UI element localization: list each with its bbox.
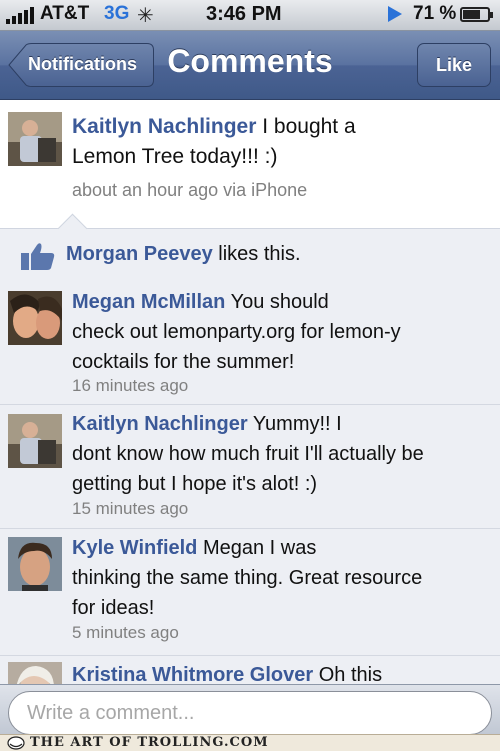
post-meta: about an hour ago via iPhone <box>72 180 308 200</box>
post-author[interactable]: Kaitlyn Nachlinger <box>72 115 256 138</box>
comment-author[interactable]: Megan McMillan <box>72 291 225 313</box>
post-text-line2: Lemon Tree today!!! :) <box>72 145 278 168</box>
comment-item: Kaitlyn Nachlinger Yummy!! I dont know h… <box>0 405 500 529</box>
comment-text: Megan I was <box>202 537 317 559</box>
comment-author[interactable]: Kristina Whitmore Glover <box>72 664 313 686</box>
activity-spinner-icon: ✳ <box>137 5 154 27</box>
battery-percent: 71 % <box>413 3 457 24</box>
avatar[interactable] <box>8 537 62 591</box>
clock: 3:46 PM <box>206 3 282 25</box>
post-text-line1: I bought a <box>262 115 356 138</box>
comment-item: Kyle Winfield Megan I was thinking the s… <box>0 529 500 656</box>
carrier-name: AT&T <box>40 3 90 24</box>
status-bar: AT&T 3G ✳ 3:46 PM 71 % <box>0 0 500 31</box>
comment-timestamp: 5 minutes ago <box>72 623 179 642</box>
thumbs-up-icon <box>21 243 55 270</box>
avatar[interactable] <box>8 112 62 166</box>
comment-author[interactable]: Kyle Winfield <box>72 537 197 559</box>
comment-text: You should <box>230 291 329 313</box>
liker-name[interactable]: Morgan Peevey <box>66 243 213 265</box>
navigation-bar: Notifications Comments Like <box>0 31 500 100</box>
likes-suffix: likes this. <box>218 243 301 265</box>
avatar[interactable] <box>8 291 62 345</box>
comment-text: getting but I hope it's alot! :) <box>72 473 318 495</box>
comment-text: cocktails for the summer! <box>72 351 295 373</box>
troll-face-icon <box>7 736 25 750</box>
comment-item: Megan McMillan You should check out lemo… <box>0 283 500 405</box>
battery-icon <box>460 7 493 22</box>
comment-text: check out lemonparty.org for lemon-y <box>72 321 401 343</box>
like-button[interactable]: Like <box>417 43 491 87</box>
avatar[interactable] <box>8 414 62 468</box>
watermark-text: THE ART OF TROLLING.COM <box>30 735 269 750</box>
comment-input[interactable]: Write a comment... <box>8 691 492 735</box>
likes-row[interactable]: Morgan Peevey likes this. <box>0 213 500 285</box>
location-arrow-icon <box>388 6 402 22</box>
network-type: 3G <box>104 3 130 24</box>
comment-text: for ideas! <box>72 597 155 619</box>
signal-strength-icon <box>6 6 36 24</box>
comment-timestamp: 15 minutes ago <box>72 499 189 518</box>
status-post: Kaitlyn Nachlinger I bought a Lemon Tree… <box>0 100 500 228</box>
comment-text: Oh this <box>318 664 383 686</box>
comment-text: Yummy!! I <box>252 413 342 435</box>
comment-text: thinking the same thing. Great resource <box>72 567 423 589</box>
comment-timestamp: 16 minutes ago <box>72 376 189 395</box>
comment-author[interactable]: Kaitlyn Nachlinger <box>72 413 248 435</box>
watermark-banner: THE ART OF TROLLING.COM <box>0 734 500 751</box>
comment-text: dont know how much fruit I'll actually b… <box>72 443 424 465</box>
